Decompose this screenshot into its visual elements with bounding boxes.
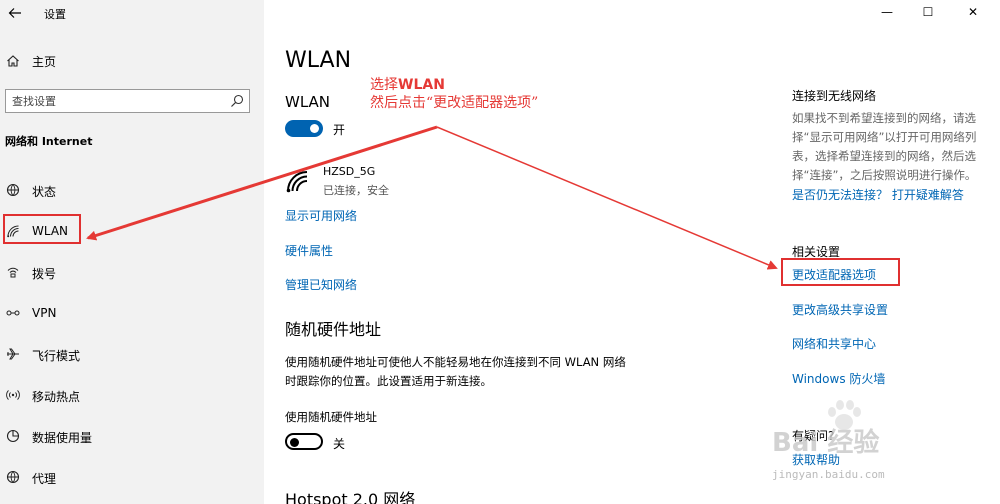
hotspot-heading: Hotspot 2.0 网络 [285, 490, 416, 504]
random-hw-toggle-state: 关 [333, 437, 346, 451]
toggle-knob [290, 437, 299, 447]
airplane-icon [5, 346, 21, 362]
wireless-help-line2: 择“显示可用网络”以打开可用网络列 [792, 130, 977, 144]
hardware-properties-link[interactable]: 硬件属性 [285, 242, 333, 259]
wlan-toggle[interactable] [285, 120, 323, 137]
sidebar-item-label: 飞行模式 [32, 349, 81, 363]
annotation-line1-prefix: 选择 [370, 77, 398, 93]
sidebar-item-hotspot[interactable]: 移动热点 [0, 380, 264, 410]
advanced-sharing-link[interactable]: 更改高级共享设置 [792, 301, 888, 318]
baidu-watermark: Bai 经验 jingyan.baidu.com [772, 400, 962, 490]
network-name: HZSD_5G [323, 165, 376, 178]
wireless-help-title: 连接到无线网络 [792, 89, 877, 103]
wlan-toggle-label: 开 [333, 123, 346, 137]
wifi-signal-icon [286, 171, 308, 193]
troubleshoot-link[interactable]: 是否仍无法连接？ 打开疑难解答 [792, 186, 964, 203]
annotation-line2: 然后点击“更改适配器选项” [370, 95, 539, 111]
wireless-help-line3: 表，选择希望连接到的网络，然后选 [792, 149, 976, 163]
windows-firewall-link[interactable]: Windows 防火墙 [792, 370, 885, 387]
sidebar-item-label: VPN [32, 306, 57, 320]
app-title: 设置 [44, 8, 66, 21]
wireless-help-line1: 如果找不到希望连接到的网络，请选 [792, 111, 976, 125]
search-box[interactable] [5, 89, 250, 113]
vpn-icon [5, 305, 21, 321]
random-hw-toggle[interactable] [285, 433, 323, 450]
sidebar-item-airplane[interactable]: 飞行模式 [0, 339, 264, 369]
close-button[interactable]: ✕ [962, 2, 984, 22]
network-sharing-center-link[interactable]: 网络和共享中心 [792, 335, 876, 352]
globe-icon [5, 182, 21, 198]
maximize-button[interactable]: ☐ [917, 2, 939, 22]
random-hw-description-line1: 使用随机硬件地址可使他人不能轻易地在你连接到不同 WLAN 网络 [285, 355, 626, 369]
back-arrow-icon [8, 8, 21, 18]
back-button[interactable] [4, 2, 26, 24]
hotspot-icon [5, 387, 21, 403]
random-hw-toggle-label: 使用随机硬件地址 [285, 410, 377, 424]
section-title: 网络和 Internet [5, 135, 93, 148]
adapter-highlight-box [781, 258, 900, 286]
annotation-line1-bold: WLAN [398, 77, 445, 93]
wireless-help-line4: 择“连接”，之后按照说明进行操作。 [792, 168, 977, 182]
wlan-highlight-box [3, 214, 81, 244]
sidebar: 设置 主页 网络和 Internet 状态 WLAN 拨号 VPN [0, 0, 264, 504]
search-icon [231, 94, 244, 107]
wlan-heading: WLAN [285, 93, 331, 111]
sidebar-item-home[interactable]: 主页 [0, 48, 264, 74]
network-status: 已连接，安全 [323, 184, 389, 197]
sidebar-item-label: 数据使用量 [32, 431, 93, 445]
sidebar-item-dialup[interactable]: 拨号 [0, 257, 264, 287]
connected-network[interactable]: HZSD_5G 已连接，安全 [285, 163, 485, 199]
annotation-line1: 选择WLAN [370, 76, 538, 94]
search-input[interactable] [6, 90, 221, 112]
globe-icon [5, 469, 21, 485]
sidebar-item-vpn[interactable]: VPN [0, 298, 264, 328]
home-label: 主页 [32, 55, 57, 69]
phone-icon [5, 264, 21, 280]
toggle-knob [310, 124, 319, 133]
sidebar-item-proxy[interactable]: 代理 [0, 462, 264, 492]
watermark-url: jingyan.baidu.com [772, 468, 885, 481]
window-controls: — ☐ ✕ [870, 0, 1000, 26]
sidebar-item-label: 状态 [32, 185, 57, 199]
sidebar-item-status[interactable]: 状态 [0, 175, 264, 205]
sidebar-item-label: 移动热点 [32, 390, 81, 404]
show-networks-link[interactable]: 显示可用网络 [285, 207, 357, 224]
random-hw-heading: 随机硬件地址 [285, 320, 382, 339]
sidebar-item-label: 代理 [32, 472, 57, 486]
watermark-brand: Bai 经验 [772, 428, 880, 458]
sidebar-item-label: 拨号 [32, 267, 57, 281]
sidebar-item-data-usage[interactable]: 数据使用量 [0, 421, 264, 451]
home-icon [5, 53, 21, 69]
data-usage-icon [5, 428, 21, 444]
page-title: WLAN [285, 48, 352, 73]
title-bar: 设置 [0, 0, 264, 26]
random-hw-description-line2: 时跟踪你的位置。此设置适用于新连接。 [285, 374, 492, 388]
minimize-button[interactable]: — [876, 2, 898, 22]
manage-known-networks-link[interactable]: 管理已知网络 [285, 276, 357, 293]
annotation-text: 选择WLAN 然后点击“更改适配器选项” [370, 76, 538, 112]
